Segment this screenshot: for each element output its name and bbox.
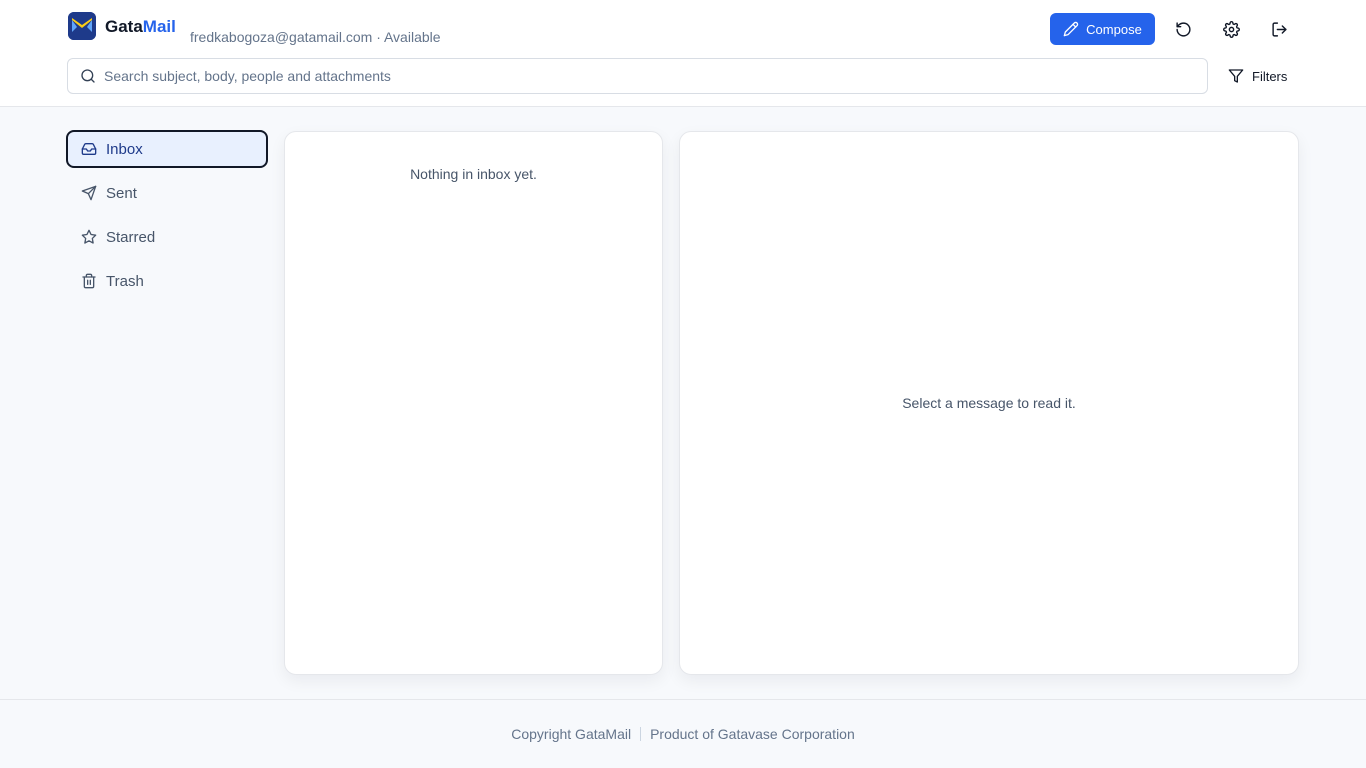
settings-button[interactable] xyxy=(1219,17,1243,41)
sidebar-item-label: Trash xyxy=(106,272,144,290)
logout-button[interactable] xyxy=(1267,17,1291,41)
sidebar-item-trash[interactable]: Trash xyxy=(66,262,268,300)
send-icon xyxy=(81,185,97,201)
sidebar-item-starred[interactable]: Starred xyxy=(66,218,268,256)
app-header: GataMail fredkabogoza@gatamail.com · Ava… xyxy=(0,0,1366,107)
trash-icon xyxy=(82,273,96,289)
empty-reader-message: Select a message to read it. xyxy=(902,395,1076,411)
sidebar-item-sent[interactable]: Sent xyxy=(66,174,268,212)
inbox-icon xyxy=(81,143,97,155)
gear-icon xyxy=(1222,20,1240,38)
compose-button[interactable]: Compose xyxy=(1050,13,1155,45)
product-text: Product of Gatavase Corporation xyxy=(650,726,855,742)
refresh-button[interactable] xyxy=(1171,17,1195,41)
empty-inbox-message: Nothing in inbox yet. xyxy=(410,166,537,182)
brand-name: GataMail xyxy=(105,17,176,37)
gatamail-logo-icon xyxy=(68,12,96,40)
sidebar-item-label: Sent xyxy=(106,184,137,202)
star-icon xyxy=(81,229,97,244)
sidebar-item-label: Starred xyxy=(106,228,156,246)
message-reader-panel: Select a message to read it. xyxy=(679,131,1299,675)
sidebar-item-label: Inbox xyxy=(106,140,143,158)
message-list-panel: Nothing in inbox yet. xyxy=(284,131,663,675)
search-input[interactable] xyxy=(104,61,1184,91)
brand-name-part1: Gata xyxy=(105,17,143,36)
brand[interactable]: GataMail xyxy=(68,12,176,40)
copyright-text: Copyright GataMail xyxy=(511,726,632,742)
logout-icon xyxy=(1271,21,1287,37)
search-icon xyxy=(81,69,95,83)
search-bar xyxy=(67,58,1208,94)
sidebar: Inbox Sent Starred Trash xyxy=(66,130,268,306)
sidebar-item-inbox[interactable]: Inbox xyxy=(66,130,268,168)
brand-name-part2: Mail xyxy=(142,17,176,36)
account-status: fredkabogoza@gatamail.com · Available xyxy=(190,29,441,45)
footer: Copyright GataMail Product of Gatavase C… xyxy=(0,699,1366,768)
filter-icon xyxy=(1228,69,1244,83)
compose-label: Compose xyxy=(1086,21,1142,37)
footer-divider xyxy=(640,727,642,741)
filters-label: Filters xyxy=(1252,68,1288,84)
pencil-icon xyxy=(1063,21,1079,37)
filters-button[interactable]: Filters xyxy=(1228,66,1287,86)
refresh-icon xyxy=(1175,21,1191,37)
